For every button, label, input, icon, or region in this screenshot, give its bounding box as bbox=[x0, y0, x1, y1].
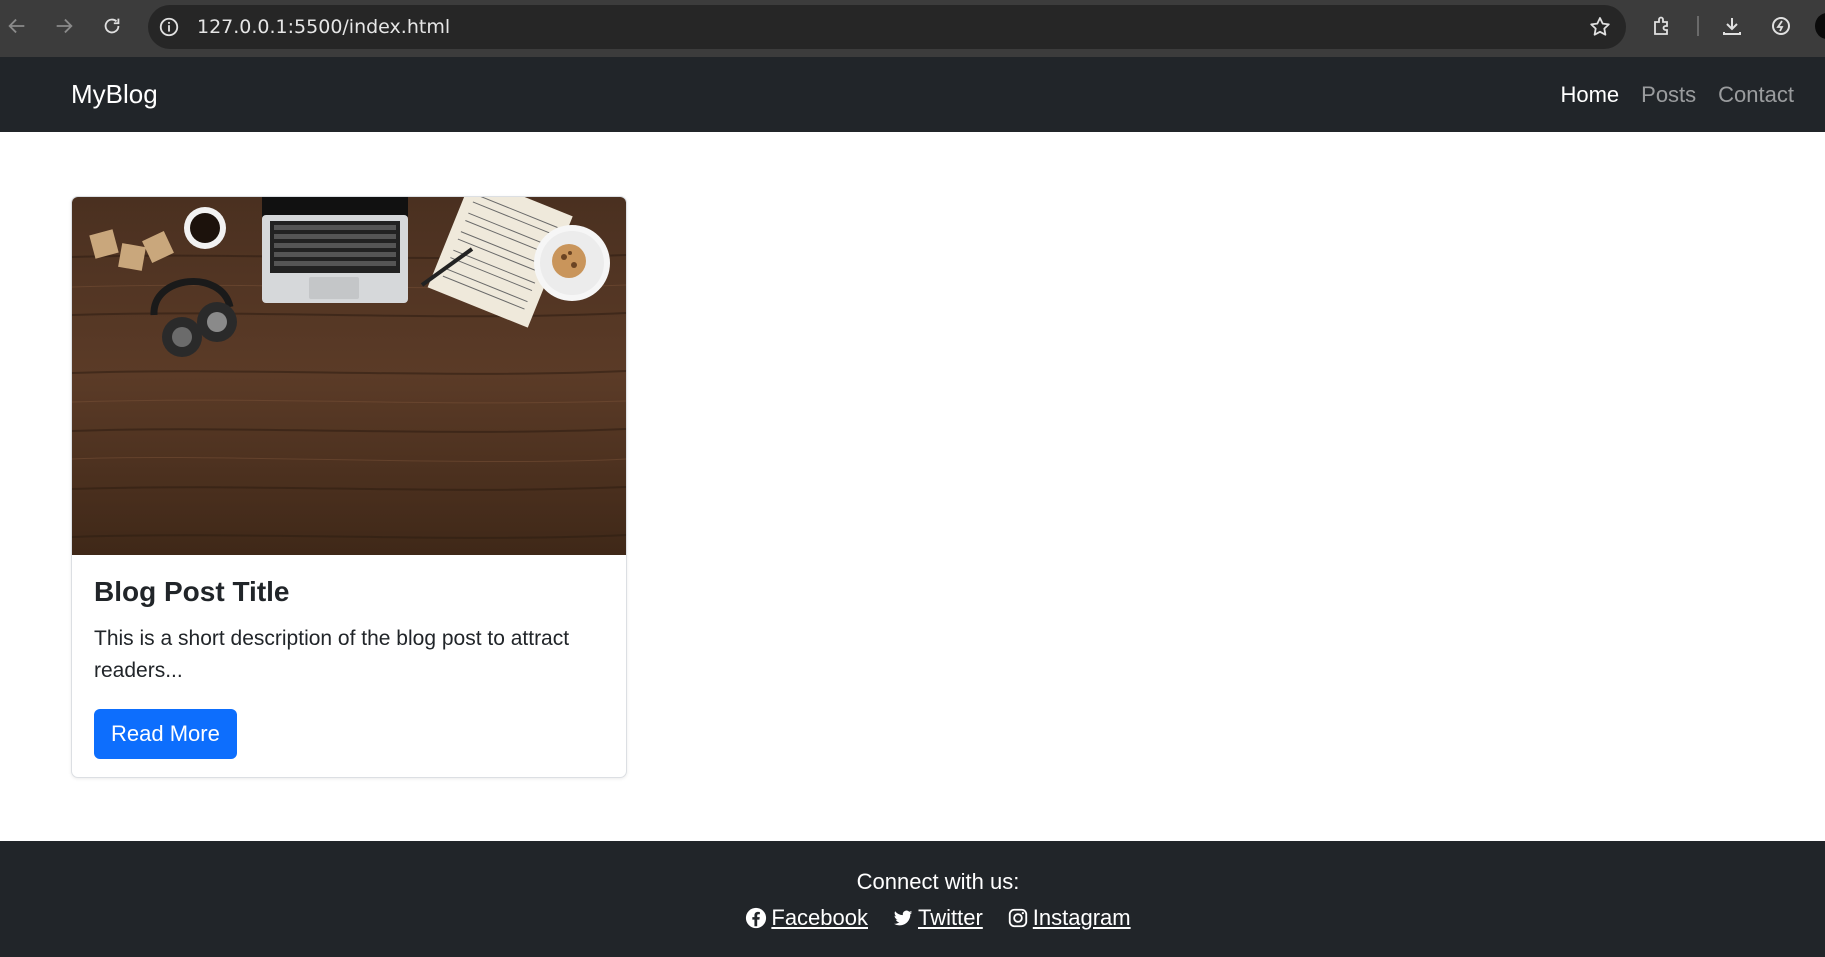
nav-link-home[interactable]: Home bbox=[1560, 82, 1619, 108]
facebook-label: Facebook bbox=[771, 905, 868, 930]
extensions-icon[interactable] bbox=[1647, 11, 1677, 41]
url-text: 127.0.0.1:5500/index.html bbox=[197, 16, 451, 38]
brand-logo[interactable]: MyBlog bbox=[71, 57, 158, 132]
performance-icon[interactable] bbox=[1766, 11, 1796, 41]
address-bar[interactable]: 127.0.0.1:5500/index.html bbox=[148, 5, 1626, 49]
facebook-icon bbox=[746, 907, 767, 929]
card-description: This is a short description of the blog … bbox=[94, 627, 570, 682]
site-navbar: MyBlog Home Posts Contact bbox=[0, 57, 1825, 132]
instagram-icon bbox=[1008, 908, 1027, 928]
twitter-link[interactable]: Twitter bbox=[892, 905, 983, 931]
twitter-icon bbox=[893, 910, 913, 926]
site-info-icon[interactable] bbox=[158, 16, 180, 38]
social-links: Facebook Twitter Instagram bbox=[0, 905, 1825, 931]
forward-arrow-icon[interactable] bbox=[49, 11, 79, 41]
footer-heading: Connect with us: bbox=[856, 869, 1020, 894]
card-image bbox=[72, 197, 626, 555]
back-arrow-icon[interactable] bbox=[2, 11, 32, 41]
toolbar-separator bbox=[1697, 16, 1699, 36]
read-more-button[interactable]: Read More bbox=[94, 709, 237, 759]
facebook-link[interactable]: Facebook bbox=[745, 905, 868, 931]
instagram-link[interactable]: Instagram bbox=[1007, 905, 1131, 931]
browser-toolbar: 127.0.0.1:5500/index.html bbox=[0, 0, 1825, 57]
nav-link-posts[interactable]: Posts bbox=[1641, 82, 1696, 108]
download-icon[interactable] bbox=[1717, 11, 1747, 41]
nav-links: Home Posts Contact bbox=[1560, 57, 1794, 132]
instagram-label: Instagram bbox=[1032, 905, 1131, 930]
bookmark-star-icon[interactable] bbox=[1588, 15, 1612, 39]
reload-icon[interactable] bbox=[97, 11, 127, 41]
card-body: Blog Post Title This is a short descript… bbox=[94, 575, 604, 759]
twitter-label: Twitter bbox=[918, 905, 983, 930]
nav-link-contact[interactable]: Contact bbox=[1718, 82, 1794, 108]
site-footer: Connect with us: Facebook Twitter Instag… bbox=[0, 841, 1825, 957]
blog-post-card: Blog Post Title This is a short descript… bbox=[71, 196, 627, 778]
profile-avatar[interactable] bbox=[1815, 13, 1825, 39]
card-title: Blog Post Title bbox=[94, 576, 290, 607]
